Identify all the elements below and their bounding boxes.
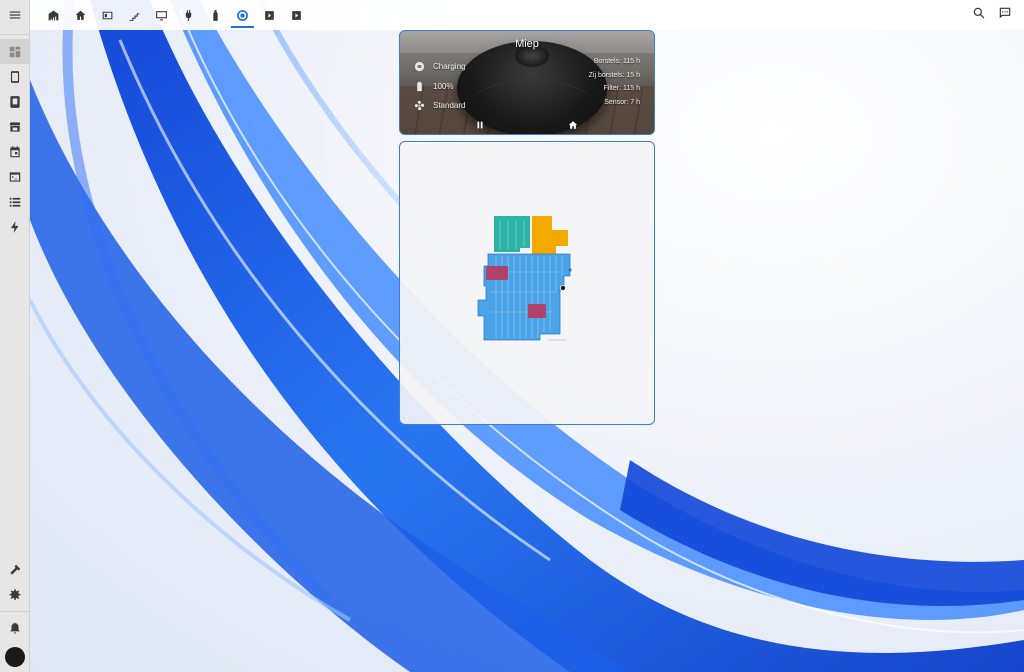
terminal-icon [9,171,20,182]
sidebar-item-list[interactable] [0,189,30,214]
plug-icon [185,9,192,21]
dashboard-icon [9,46,20,57]
vacuum-stats: Borstels: 115 h Zij borstels: 15 h Filte… [589,58,640,112]
assist-button[interactable] [998,6,1012,25]
sidebar-item-tools[interactable] [0,557,30,582]
top-toolbar [30,0,1024,30]
search-icon [973,7,985,18]
gear-icon [9,588,20,600]
map-robot-marker [559,284,566,291]
stat-side-brushes: Zij borstels: 15 h [588,71,640,79]
sidebar-item-shop[interactable] [0,114,30,139]
sidebar-item-tablet[interactable] [0,89,30,114]
tab-next-2[interactable] [283,0,310,30]
tablet-icon [9,95,20,108]
vacuum-map [477,216,572,341]
map-zone [486,266,508,280]
home-chart-icon [48,10,59,20]
bell-icon [9,622,20,634]
vacuum-status-row[interactable]: Charging [414,57,465,77]
calendar-icon [9,145,20,157]
chevron-right-icon [292,10,301,20]
chevron-right-icon [265,10,274,20]
tab-plug[interactable] [175,0,202,30]
tab-monitor[interactable] [148,0,175,30]
battery-icon [417,81,422,91]
store-icon [9,121,20,132]
fan-icon [414,101,425,111]
tab-device[interactable] [94,0,121,30]
assist-icon [999,7,1011,18]
tab-vacuum[interactable] [229,0,256,30]
sidebar-item-phone[interactable] [0,64,30,89]
house-icon [75,10,86,20]
pause-button[interactable] [474,119,486,131]
tab-home-chart[interactable] [40,0,67,30]
vacuum-battery-row[interactable]: 100% [414,77,465,97]
return-home-button[interactable] [567,119,579,131]
vacuum-fan-mode: Standard [433,101,466,111]
stat-sensor: Sensor: 7 h [604,98,640,106]
tab-stairs[interactable] [121,0,148,30]
sidebar-item-menu[interactable] [0,0,30,30]
sidebar-item-energy[interactable] [0,214,30,239]
map-room-orange [532,216,568,254]
lightning-icon [10,220,18,233]
search-button[interactable] [972,6,986,25]
home-icon [568,121,578,129]
stat-filter: Filter: 115 h [603,85,640,92]
map-dock-marker [568,268,572,272]
sidebar-item-notifications[interactable] [0,616,30,641]
stairs-icon [129,12,140,21]
vacuum-icon [237,9,248,21]
list-icon [9,197,20,207]
vacuum-map-card[interactable] [399,141,655,425]
vacuum-card[interactable]: Miep Charging 100% Standard Borstels: 11… [399,30,655,135]
phone-icon [10,70,19,83]
map-room-teal [494,216,530,252]
sidebar-item-overview[interactable] [0,39,30,64]
vacuum-name: Miep [515,38,539,50]
tab-bottle[interactable] [202,0,229,30]
map-zone [528,304,546,318]
sidebar-item-calendar[interactable] [0,139,30,164]
bottle-icon [213,9,218,21]
tab-house[interactable] [67,0,94,30]
stat-brushes: Borstels: 115 h [593,58,640,65]
monitor-icon [156,10,167,20]
sidebar [0,0,30,672]
device-icon [102,11,113,19]
avatar[interactable] [4,647,25,667]
vacuum-status: Charging [433,62,466,72]
vacuum-battery: 100% [433,81,454,91]
tab-next-1[interactable] [256,0,283,30]
status-icon [414,62,425,72]
sidebar-item-settings[interactable] [0,582,30,607]
menu-icon [9,11,20,19]
pause-icon [477,121,483,129]
vacuum-fan-row[interactable]: Standard [414,96,465,116]
sidebar-item-terminal[interactable] [0,164,30,189]
hammer-icon [9,564,20,575]
